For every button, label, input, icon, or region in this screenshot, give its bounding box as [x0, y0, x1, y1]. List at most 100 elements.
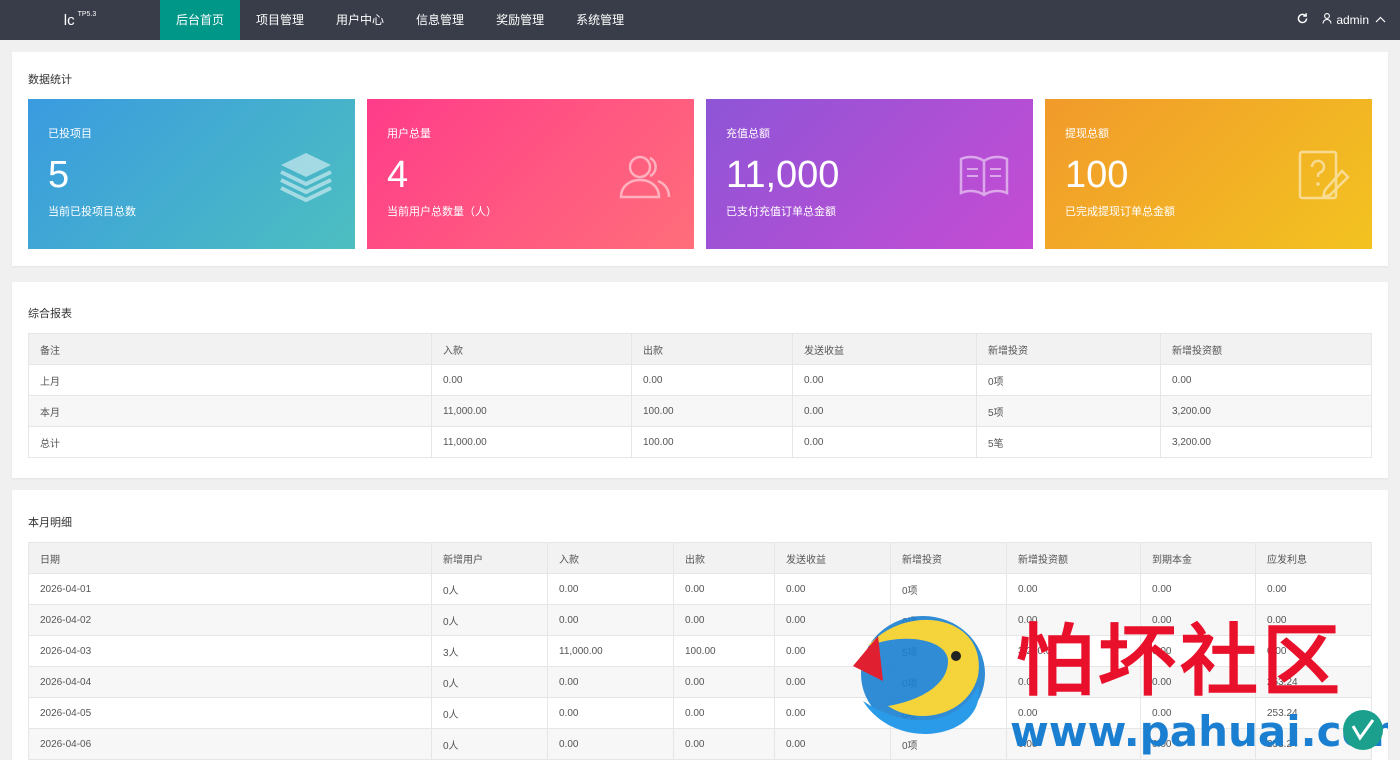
- nav-item-5[interactable]: 系统管理: [560, 0, 640, 40]
- stat-label: 充值总额: [726, 128, 770, 140]
- column-header: 出款: [631, 333, 793, 365]
- table-cell: 5项: [976, 395, 1161, 427]
- table-cell: 0项: [890, 604, 1007, 636]
- nav-item-2[interactable]: 用户中心: [320, 0, 400, 40]
- table-cell: 3,200.00: [1160, 395, 1372, 427]
- table-cell: 0.00: [1006, 666, 1141, 698]
- table-cell: 0.00: [774, 666, 891, 698]
- stat-desc: 当前用户总数量（人）: [387, 206, 497, 218]
- table-cell: 0.00: [673, 666, 775, 698]
- app-logo[interactable]: lc TP5.3: [0, 0, 160, 40]
- table-cell: 0.00: [1006, 728, 1141, 760]
- table-row: 2026-04-03 3人 11,000.00 100.00 0.00 5项 3,200.0…: [28, 635, 1372, 667]
- monthly-card: 本月明细 日期 新增用户 入款 出款 发送收益 新增投资 新增投资额 到期本金 应发利息 202…: [12, 490, 1388, 760]
- column-header: 到期本金: [1140, 542, 1256, 574]
- table-cell: 2026-04-03: [28, 635, 432, 667]
- nav-item-4[interactable]: 奖励管理: [480, 0, 560, 40]
- column-header: 发送收益: [774, 542, 891, 574]
- monthly-table: 日期 新增用户 入款 出款 发送收益 新增投资 新增投资额 到期本金 应发利息 2026-04-…: [28, 542, 1372, 760]
- table-cell: 0.00: [1140, 604, 1256, 636]
- stats-card: 数据统计 已投项目 5 当前已投项目总数 用户总量 4 当前用户总数量（人） 充值总额 11,…: [12, 52, 1388, 266]
- table-cell: 上月: [28, 364, 432, 396]
- stats-title: 数据统计: [28, 74, 72, 86]
- table-cell: 100.00: [631, 395, 793, 427]
- table-cell: 0.00: [1006, 604, 1141, 636]
- table-cell: 5项: [890, 635, 1007, 667]
- table-cell: 2026-04-05: [28, 697, 432, 729]
- refresh-icon[interactable]: [1282, 12, 1322, 28]
- table-cell: 0.00: [547, 728, 674, 760]
- table-cell: 0.00: [1140, 697, 1256, 729]
- monthly-title: 本月明细: [28, 517, 72, 529]
- column-header: 应发利息: [1255, 542, 1372, 574]
- table-cell: 253.24: [1255, 697, 1372, 729]
- table-cell: 0.00: [673, 604, 775, 636]
- column-header: 入款: [431, 333, 632, 365]
- table-cell: 0.00: [774, 635, 891, 667]
- username: admin: [1336, 13, 1369, 27]
- report-card: 综合报表 备注 入款 出款 发送收益 新增投资 新增投资额 上月 0.00 0.00 0.00 0…: [12, 282, 1388, 478]
- column-header: 发送收益: [792, 333, 977, 365]
- table-cell: 0项: [976, 364, 1161, 396]
- users-icon: [618, 149, 672, 203]
- table-cell: 5笔: [976, 426, 1161, 458]
- user-menu[interactable]: admin: [1322, 13, 1400, 27]
- table-cell: 总计: [28, 426, 432, 458]
- table-cell: 0.00: [547, 697, 674, 729]
- table-row: 上月 0.00 0.00 0.00 0项 0.00: [28, 364, 1372, 396]
- main-nav: 后台首页 项目管理 用户中心 信息管理 奖励管理 系统管理: [160, 0, 640, 40]
- table-cell: 2026-04-04: [28, 666, 432, 698]
- table-cell: 2026-04-01: [28, 573, 432, 605]
- table-cell: 0人: [431, 728, 548, 760]
- stat-label: 提现总额: [1065, 128, 1109, 140]
- table-cell: 0.00: [1006, 697, 1141, 729]
- table-cell: 0.00: [547, 604, 674, 636]
- column-header: 日期: [28, 542, 432, 574]
- table-cell: 0人: [431, 604, 548, 636]
- nav-item-1[interactable]: 项目管理: [240, 0, 320, 40]
- report-table: 备注 入款 出款 发送收益 新增投资 新增投资额 上月 0.00 0.00 0.00 0项 0.00…: [28, 333, 1372, 458]
- stat-desc: 已支付充值订单总金额: [726, 206, 836, 218]
- stat-card-2[interactable]: 充值总额 11,000 已支付充值订单总金额: [706, 99, 1033, 249]
- table-row: 2026-04-06 0人 0.00 0.00 0.00 0项 0.00 0.00 253.24: [28, 728, 1372, 760]
- table-cell: 3,200.00: [1160, 426, 1372, 458]
- column-header: 新增投资: [890, 542, 1007, 574]
- logo-version: TP5.3: [77, 10, 97, 18]
- stats-row: 已投项目 5 当前已投项目总数 用户总量 4 当前用户总数量（人） 充值总额 11,000 已支…: [28, 99, 1372, 249]
- table-cell: 11,000.00: [431, 426, 632, 458]
- column-header: 出款: [673, 542, 775, 574]
- column-header: 新增投资额: [1006, 542, 1141, 574]
- table-cell: 0.00: [774, 573, 891, 605]
- table-cell: 0.00: [547, 666, 674, 698]
- table-cell: 0.00: [1140, 666, 1256, 698]
- table-row: 2026-04-01 0人 0.00 0.00 0.00 0项 0.00 0.00 0.00: [28, 573, 1372, 605]
- table-cell: 0人: [431, 573, 548, 605]
- stat-card-0[interactable]: 已投项目 5 当前已投项目总数: [28, 99, 355, 249]
- stat-card-3[interactable]: 提现总额 100 已完成提现订单总金额: [1045, 99, 1372, 249]
- table-cell: 0.00: [1255, 635, 1372, 667]
- table-cell: 0.00: [774, 728, 891, 760]
- table-cell: 253.24: [1255, 728, 1372, 760]
- table-cell: 0.00: [673, 728, 775, 760]
- table-cell: 0.00: [1255, 573, 1372, 605]
- question-edit-icon: [1296, 149, 1350, 203]
- nav-item-0[interactable]: 后台首页: [160, 0, 241, 40]
- stat-card-1[interactable]: 用户总量 4 当前用户总数量（人）: [367, 99, 694, 249]
- table-cell: 0.00: [1140, 573, 1256, 605]
- table-cell: 3,200.00: [1006, 635, 1141, 667]
- table-cell: 0.00: [792, 395, 977, 427]
- table-cell: 0项: [890, 728, 1007, 760]
- table-row: 本月 11,000.00 100.00 0.00 5项 3,200.00: [28, 395, 1372, 427]
- table-cell: 0.00: [547, 573, 674, 605]
- table-cell: 11,000.00: [547, 635, 674, 667]
- table-cell: 0.00: [774, 697, 891, 729]
- table-cell: 0.00: [1255, 604, 1372, 636]
- column-header: 入款: [547, 542, 674, 574]
- column-header: 备注: [28, 333, 432, 365]
- table-cell: 0.00: [792, 364, 977, 396]
- table-cell: 0人: [431, 697, 548, 729]
- nav-item-3[interactable]: 信息管理: [400, 0, 480, 40]
- table-cell: 253.24: [1255, 666, 1372, 698]
- table-cell: 2026-04-02: [28, 604, 432, 636]
- table-cell: 3人: [431, 635, 548, 667]
